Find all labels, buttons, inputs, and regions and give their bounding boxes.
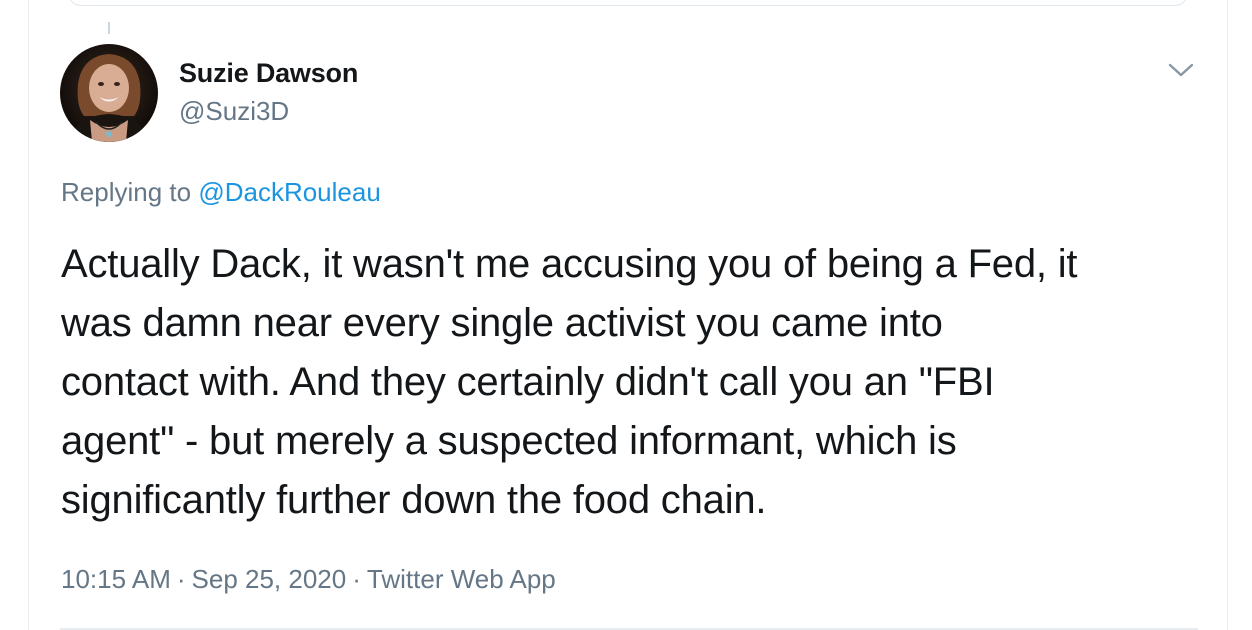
tweet-time[interactable]: 10:15 AM bbox=[61, 564, 171, 594]
replying-prefix: Replying to bbox=[61, 177, 192, 207]
tweet-source[interactable]: Twitter Web App bbox=[367, 564, 556, 594]
tweet-text-line: agent" - but merely a suspected informan… bbox=[61, 419, 957, 463]
avatar-image bbox=[60, 44, 158, 142]
author-handle[interactable]: @Suzi3D bbox=[179, 95, 289, 127]
author-display-name[interactable]: Suzie Dawson bbox=[179, 56, 358, 90]
tweet-text-line: significantly further down the food chai… bbox=[61, 478, 767, 522]
avatar[interactable] bbox=[60, 44, 158, 142]
thread-connector bbox=[108, 22, 110, 34]
chevron-down-icon[interactable] bbox=[1166, 58, 1196, 82]
tweet-text-line: was damn near every single activist you … bbox=[61, 301, 943, 345]
tweet-text-line: Actually Dack, it wasn't me accusing you… bbox=[61, 242, 1078, 286]
tweet-text-line: contact with. And they certainly didn't … bbox=[61, 360, 995, 404]
page: Suzie Dawson @Suzi3D Replying to @DackRo… bbox=[0, 0, 1252, 630]
parent-tweet-edge bbox=[68, 0, 1188, 6]
replying-to: Replying to @DackRouleau bbox=[61, 175, 381, 209]
tweet-meta: 10:15 AM · Sep 25, 2020 · Twitter Web App bbox=[61, 562, 556, 596]
meta-separator: · bbox=[352, 564, 361, 594]
meta-separator: · bbox=[176, 564, 186, 594]
tweet-text: Actually Dack, it wasn't me accusing you… bbox=[61, 235, 1211, 530]
reply-mention-link[interactable]: @DackRouleau bbox=[198, 177, 380, 207]
tweet-date[interactable]: Sep 25, 2020 bbox=[192, 564, 347, 594]
